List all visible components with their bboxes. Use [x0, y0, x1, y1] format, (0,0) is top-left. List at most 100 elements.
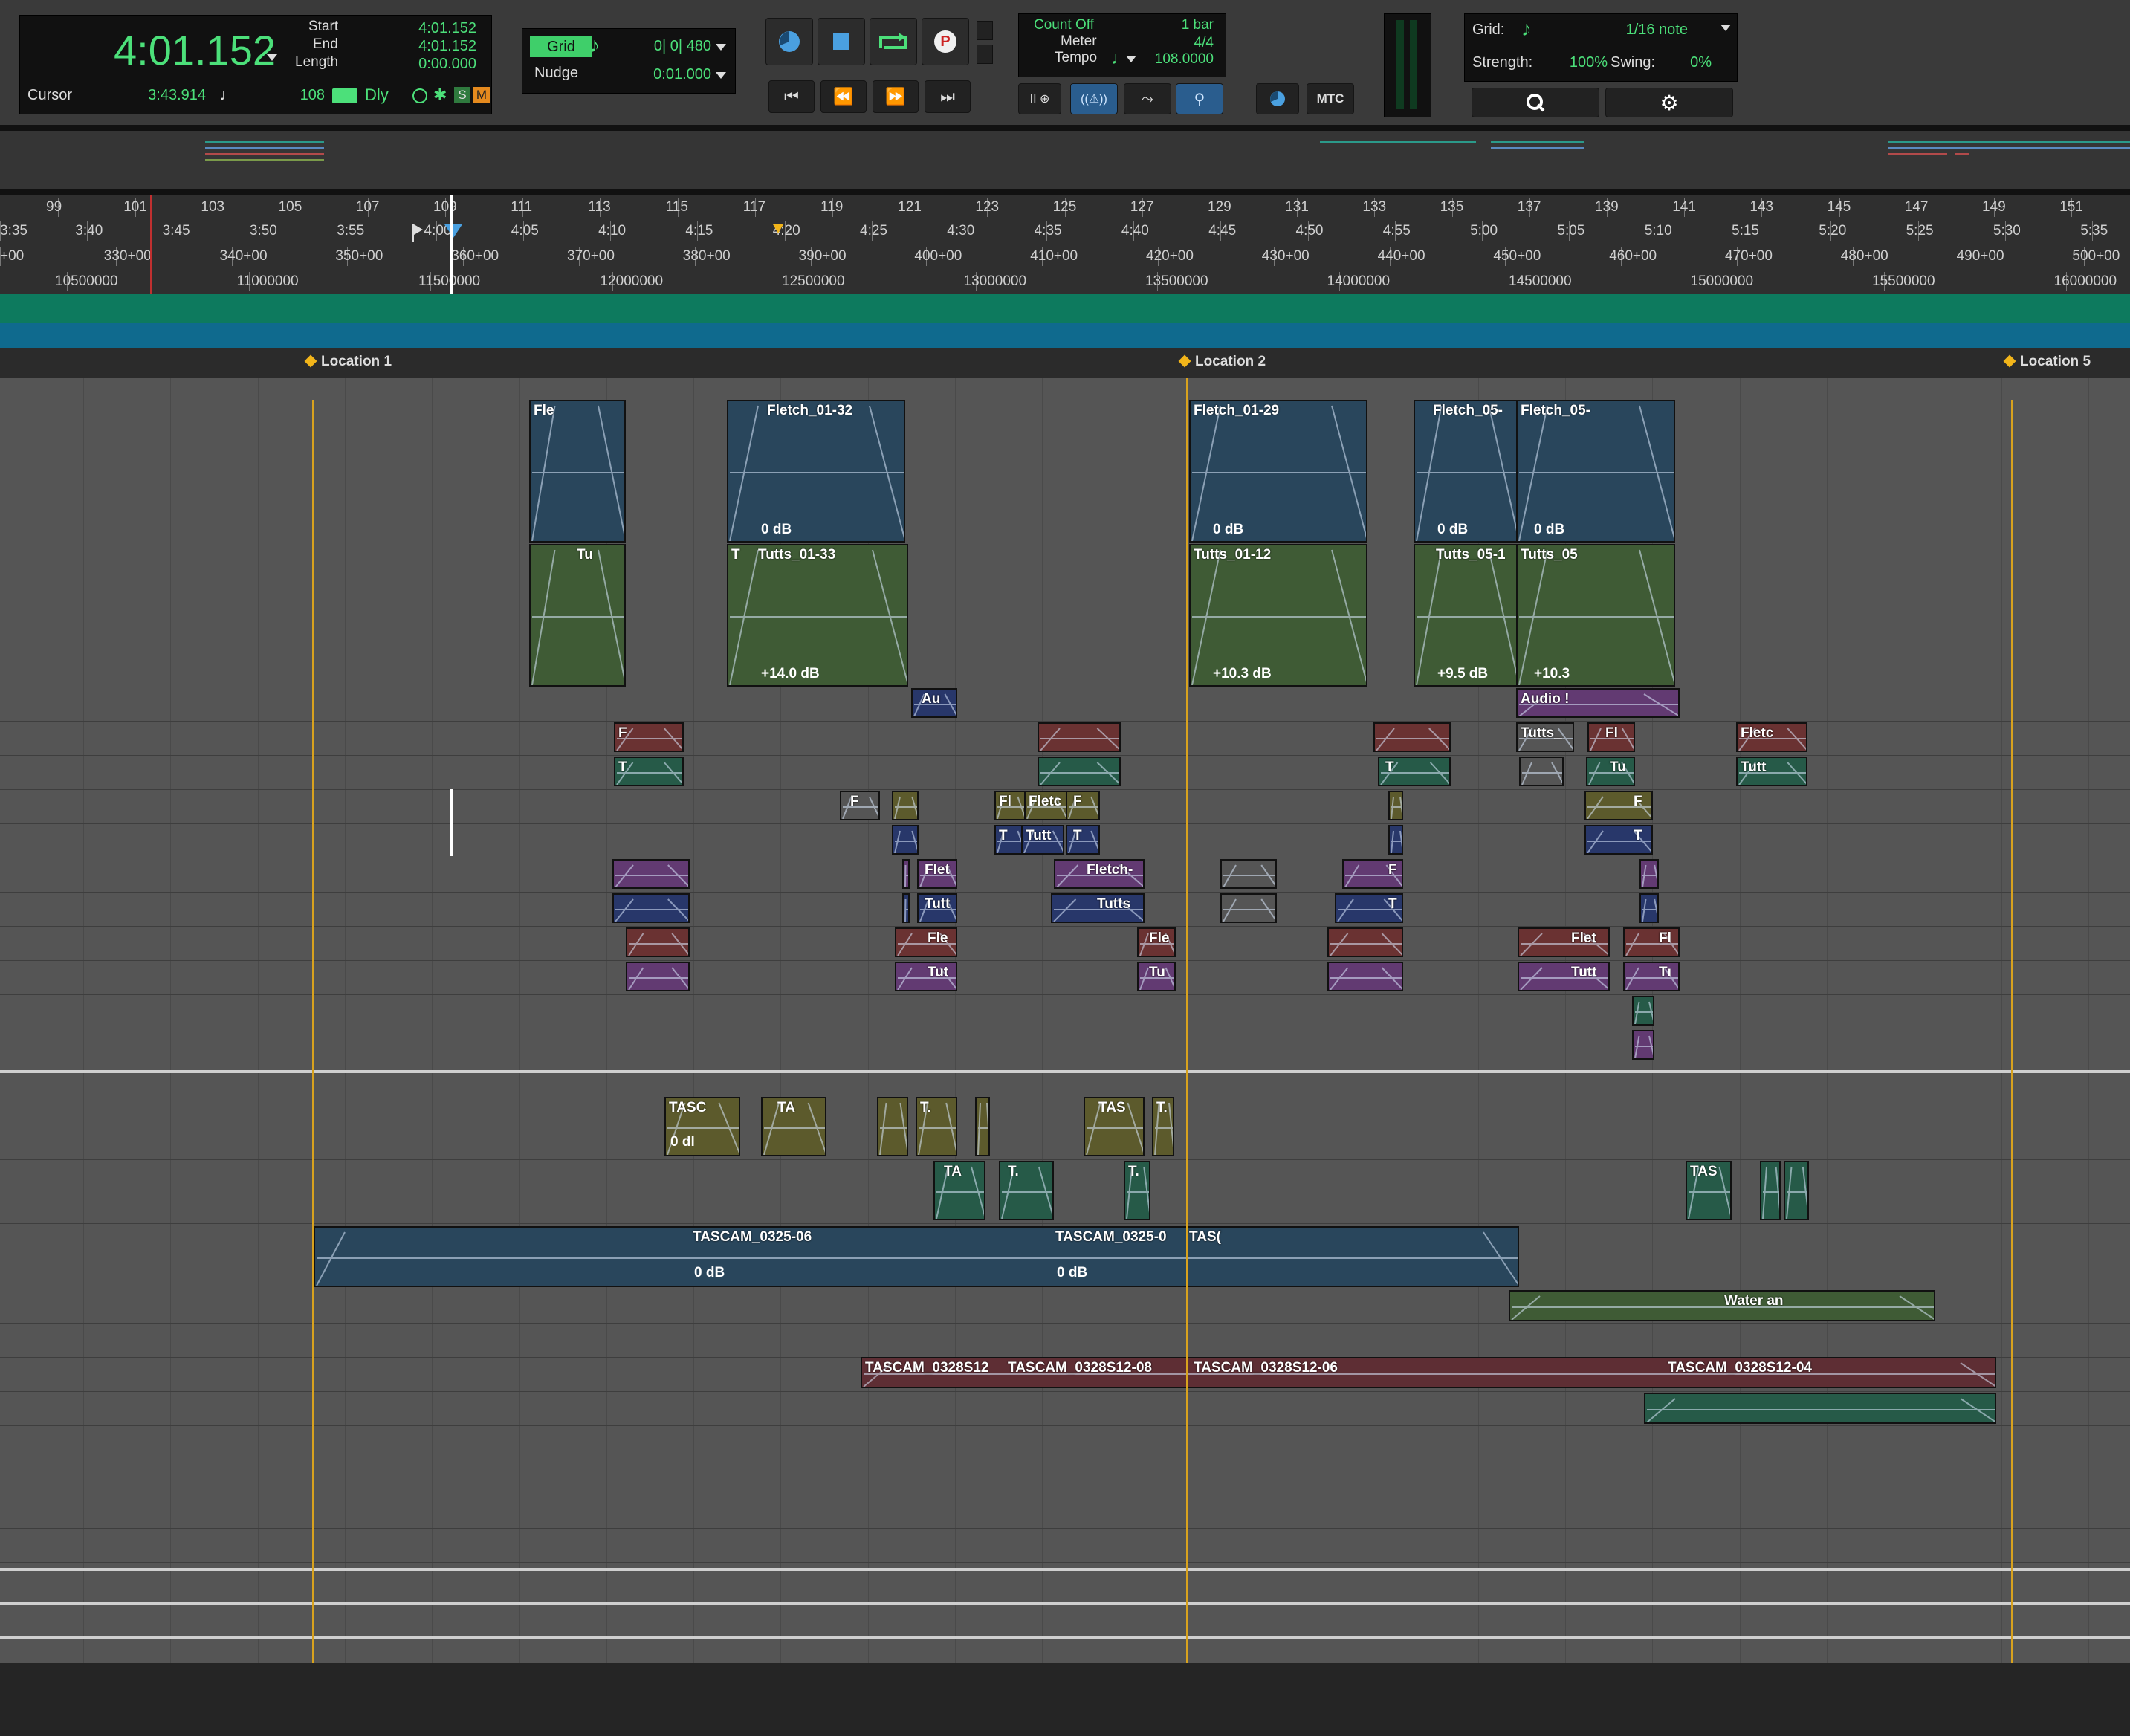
clip-fletch-r4-fade[interactable] — [1038, 722, 1121, 752]
clip-audio-b[interactable]: Audio ! — [1516, 688, 1680, 718]
strength-value[interactable]: 100% — [1553, 54, 1608, 71]
fast-forward-button[interactable]: ⏩ — [873, 80, 919, 113]
clip-fletch-01-32[interactable]: Fletch_01-32 0 dB — [727, 400, 905, 542]
clip-violet-r11a[interactable] — [626, 962, 690, 991]
clip-violet-r8-thin[interactable] — [902, 859, 910, 889]
transport-option-1[interactable] — [977, 21, 993, 40]
quantize-button[interactable] — [1472, 88, 1599, 117]
tempo-dropdown-icon[interactable] — [1126, 56, 1136, 62]
clip-tascam-0328s12[interactable]: TASCAM_0328S12 TASCAM_0328S12-08 TASCAM_… — [861, 1357, 1996, 1388]
clip-violet-r13[interactable] — [1632, 1030, 1654, 1060]
grid-value[interactable]: 0| 0| 480 — [634, 38, 711, 55]
clip-t-t2b[interactable]: T. — [999, 1161, 1054, 1220]
clip-teal-r12[interactable] — [1632, 996, 1654, 1026]
metronome-button[interactable]: ((⚠)) — [1070, 83, 1118, 114]
clip-tutts-r5a[interactable]: T — [614, 757, 684, 786]
counter-dropdown-icon[interactable] — [267, 54, 277, 61]
solo-button[interactable]: S — [454, 87, 470, 103]
clip-flet-r8a[interactable]: Flet — [917, 859, 957, 889]
timecode-ruler[interactable]: +00 330+00 340+00 350+00 360+00 370+00 380+00 3… — [0, 244, 2130, 269]
clip-grey-r5[interactable] — [1519, 757, 1564, 786]
minsec-ruler[interactable]: 3:35 3:40 3:45 3:50 3:55 4:00 4:05 4:10 4:15 4:20… — [0, 218, 2130, 244]
asterisk-icon[interactable]: ✱ — [433, 85, 447, 105]
meter-ruler[interactable] — [0, 323, 2130, 348]
clip-ta-t1b[interactable]: TA — [761, 1097, 826, 1156]
marker-location-1[interactable]: Location 1 — [304, 354, 392, 370]
clip-grey-r9[interactable] — [1220, 893, 1277, 923]
edit-window-tracks[interactable]: Fle Fletch_01-32 0 dB Fletch_01-29 0 dB Fl… — [0, 378, 2130, 1663]
clip-navy-r7[interactable] — [892, 825, 919, 855]
clip-tutts-01-12[interactable]: Tutts_01-12 +10.3 dB — [1189, 544, 1367, 687]
clip-olive-r6-small[interactable] — [1388, 791, 1403, 820]
clip-tutts-r5d[interactable]: Tutt — [1736, 757, 1807, 786]
return-to-zero-button[interactable]: ⏮ — [768, 80, 815, 113]
stop-button[interactable] — [818, 18, 865, 65]
timeline-rulers[interactable]: 99 101 103 105 107 109 111 113 115 117 119 121 123 12… — [0, 195, 2130, 294]
clip-t-r7d[interactable]: T — [1584, 825, 1653, 855]
clip-tutts-05-1[interactable]: Tutts_05-1 +9.5 dB — [1414, 544, 1519, 687]
clip-tas-t2d[interactable]: TAS — [1686, 1161, 1732, 1220]
clip-fletch-r4c[interactable]: Fletc — [1736, 722, 1807, 752]
clip-olive-t1[interactable] — [877, 1097, 908, 1156]
clip-fletch-05-b[interactable]: Fletch_05- 0 dB — [1516, 400, 1675, 542]
clip-fletch-01-29[interactable]: Fletch_01-29 0 dB — [1189, 400, 1367, 542]
rewind-button[interactable]: ⏪ — [820, 80, 867, 113]
record-dot-icon[interactable] — [412, 88, 427, 103]
clip-tu-r11b[interactable]: Tu — [1137, 962, 1176, 991]
clip-ta-t2a[interactable]: TA — [933, 1161, 985, 1220]
clip-t-r7c[interactable]: T — [1066, 825, 1100, 855]
quantize-grid-value[interactable]: 1/16 note — [1599, 22, 1688, 39]
clip-navy-r9a[interactable] — [612, 893, 690, 923]
clip-water-an[interactable]: Water an — [1509, 1290, 1935, 1321]
clip-tu-r11d[interactable]: Tı — [1623, 962, 1680, 991]
input-only-button[interactable]: ⚲ — [1176, 83, 1223, 114]
clip-navy-r9-thin[interactable] — [902, 893, 910, 923]
count-off-label[interactable]: Count Off — [1034, 17, 1094, 33]
clip-tascam-teal-bottom[interactable] — [1644, 1393, 1996, 1424]
clip-t-t2c[interactable]: T. — [1124, 1161, 1150, 1220]
dly-label[interactable]: Dly — [365, 85, 389, 105]
clip-navy-r7-small[interactable] — [1388, 825, 1403, 855]
clip-tutts-r5c[interactable]: Tu — [1586, 757, 1635, 786]
clip-f-r8c[interactable]: F — [1342, 859, 1403, 889]
clip-fletch-05-a[interactable]: Fletch_05- 0 dB — [1414, 400, 1519, 542]
wait-for-note-button[interactable]: II ⊕ — [1018, 83, 1061, 114]
start-value[interactable]: 4:01.152 — [377, 20, 476, 37]
go-to-end-button[interactable]: ⏭ — [925, 80, 971, 113]
clip-fletc-r6c[interactable]: Fletc — [1024, 791, 1067, 820]
clip-fl-r6b[interactable]: Fl — [994, 791, 1026, 820]
clip-navy-r9-small[interactable] — [1639, 893, 1659, 923]
clip-tasc-t1a[interactable]: TASC 0 dl — [664, 1097, 740, 1156]
clip-tutts[interactable]: Tu — [529, 544, 626, 687]
clip-tutt-r9a[interactable]: Tutt — [917, 893, 957, 923]
tempo-value[interactable]: 108.0000 — [1138, 51, 1214, 68]
clip-red-r10a[interactable] — [626, 927, 690, 957]
clip-fletch-r4a[interactable]: F — [614, 722, 684, 752]
marker-location-5[interactable]: Location 5 — [2003, 354, 2091, 370]
clip-f-r6a[interactable]: F — [840, 791, 880, 820]
samples-ruler[interactable]: 10500000 11000000 11500000 12000000 12500000… — [0, 269, 2130, 294]
clip-tut-r11a[interactable]: Tut — [895, 962, 957, 991]
clip-olive-r6[interactable] — [892, 791, 919, 820]
nudge-value[interactable]: 0:01.000 — [634, 66, 711, 83]
clip-flet-r10c[interactable]: Flet — [1518, 927, 1610, 957]
clip-f-r6d[interactable]: F — [1066, 791, 1100, 820]
record-button[interactable]: P — [922, 18, 969, 65]
online-button[interactable] — [765, 18, 813, 65]
mtc-button[interactable]: MTC — [1307, 83, 1354, 114]
grid-dropdown-icon[interactable] — [716, 44, 726, 51]
clip-tutt-r7b[interactable]: Tutt — [1021, 825, 1064, 855]
clip-tas-t1d[interactable]: TAS — [1084, 1097, 1145, 1156]
clip-fletch-r4b[interactable]: Fl — [1587, 722, 1635, 752]
count-off-bars[interactable]: 1 bar — [1138, 17, 1214, 33]
clip-violet-r8-small[interactable] — [1639, 859, 1659, 889]
clip-t-t1c[interactable]: T. — [916, 1097, 957, 1156]
clip-grey-r8[interactable] — [1220, 859, 1277, 889]
clip-red-r10c[interactable] — [1327, 927, 1403, 957]
clip-fle-r10a[interactable]: Fle — [895, 927, 957, 957]
clip-audio-a[interactable]: Au — [911, 688, 957, 718]
midi-merge-button[interactable]: ⤳ — [1124, 83, 1171, 114]
grid-button[interactable]: Grid — [530, 36, 592, 57]
clip-fletch-r8b[interactable]: Fletch- — [1054, 859, 1145, 889]
clip-tutt-r11c[interactable]: Tutt — [1518, 962, 1610, 991]
